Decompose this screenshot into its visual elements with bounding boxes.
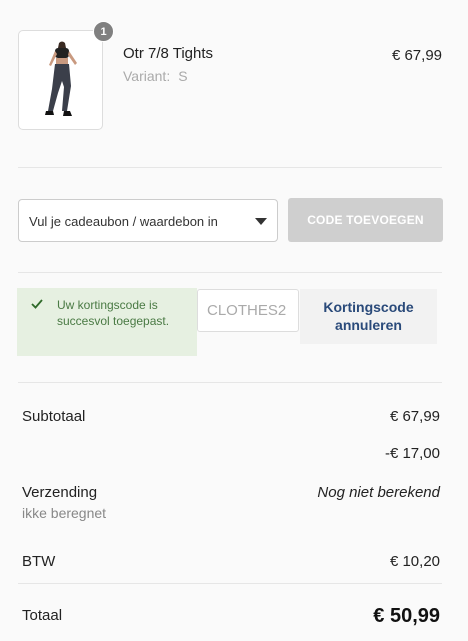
divider bbox=[18, 583, 442, 584]
shipping-row: Verzending ikke beregnet Nog niet bereke… bbox=[22, 484, 440, 524]
checkmark-icon bbox=[31, 299, 43, 309]
cancel-discount-button[interactable]: Kortingscode annuleren bbox=[300, 289, 437, 344]
vat-value: € 10,20 bbox=[389, 553, 440, 570]
divider bbox=[18, 167, 442, 168]
total-label: Totaal bbox=[22, 607, 63, 624]
variant-value: S bbox=[178, 68, 188, 84]
subtotal-row: Subtotaal € 67,99 bbox=[22, 408, 440, 428]
vat-label: BTW bbox=[22, 553, 56, 570]
discount-value: -€ 17,00 bbox=[384, 445, 440, 462]
divider bbox=[18, 382, 442, 383]
divider bbox=[18, 272, 442, 273]
chevron-down-icon bbox=[255, 218, 267, 225]
subtotal-label: Subtotaal bbox=[22, 408, 86, 425]
cart-item: 1 Otr 7/8 Tights Variant: S € 67,99 bbox=[18, 21, 444, 130]
gift-card-select[interactable]: Vul je cadeaubon / waardebon in bbox=[18, 199, 278, 242]
subtotal-value: € 67,99 bbox=[389, 408, 440, 425]
discount-row: -€ 17,00 bbox=[22, 445, 440, 465]
total-value: € 50,99 bbox=[373, 605, 440, 627]
product-price: € 67,99 bbox=[391, 47, 442, 64]
success-text: Uw kortingscode is succesvol toegepast. bbox=[57, 298, 170, 328]
gift-card-select-label: Vul je cadeaubon / waardebon in bbox=[29, 214, 218, 229]
total-row: Totaal € 50,99 bbox=[22, 605, 440, 631]
shipping-note: ikke beregnet bbox=[22, 505, 107, 521]
product-thumbnail[interactable]: 1 bbox=[18, 21, 114, 130]
product-name: Otr 7/8 Tights bbox=[123, 45, 214, 62]
quantity-badge: 1 bbox=[93, 21, 114, 42]
product-variant: Variant: S bbox=[123, 68, 188, 84]
discount-success-message: Uw kortingscode is succesvol toegepast. bbox=[17, 288, 197, 356]
product-image bbox=[45, 41, 77, 116]
add-code-button[interactable]: CODE TOEVOEGEN bbox=[288, 198, 443, 242]
shipping-value: Nog niet berekend bbox=[317, 484, 440, 501]
discount-code-field[interactable]: CLOTHES2 bbox=[197, 289, 299, 332]
shipping-label: Verzending bbox=[22, 484, 98, 501]
vat-row: BTW € 10,20 bbox=[22, 553, 440, 573]
variant-label: Variant: bbox=[123, 68, 171, 84]
